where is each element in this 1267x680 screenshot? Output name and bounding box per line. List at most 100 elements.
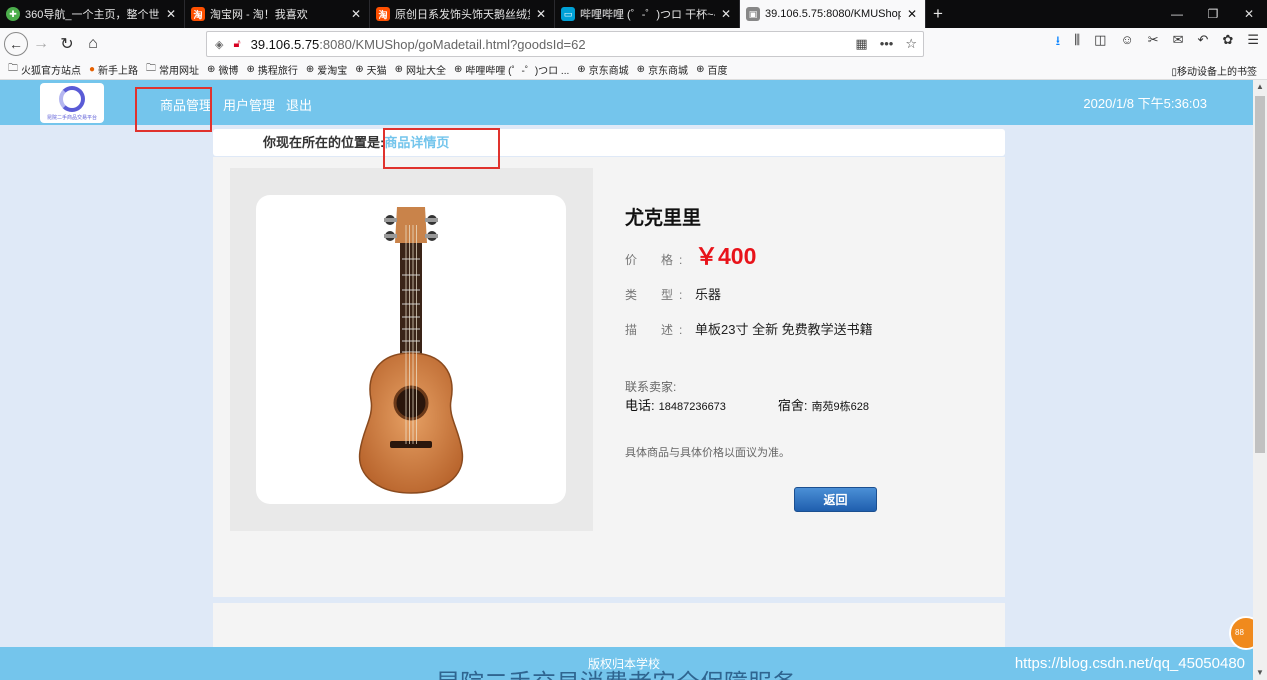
back-icon[interactable]: ← [4, 32, 28, 56]
bookmark-item[interactable]: ⊕ 京东商城 [637, 62, 688, 77]
description-row: 描 述: 单板23寸 全新 免费教学送书籍 [625, 319, 873, 338]
home-icon[interactable]: ⌂ [80, 31, 106, 57]
url-path: :8080/KMUShop/goMadetail.html?goodsId=62 [319, 36, 586, 52]
folder-icon: 🗀︎ [8, 63, 18, 74]
bookmark-item[interactable]: ⊕ 天猫 [355, 62, 386, 77]
minimize-icon[interactable]: — [1159, 0, 1195, 28]
toolbar-icons: ⭳ ⫼ ◫ ☺ ✂ ✉ ↶ ✿ ☰ [1056, 32, 1259, 54]
bookmark-item[interactable]: 🗀︎ 常用网址 [146, 61, 199, 78]
globe-icon: ⊕ [696, 64, 705, 75]
tab-title: 原创日系发饰头饰天鹅丝绒复古 [395, 9, 530, 21]
globe-icon: ⊕ [246, 64, 255, 75]
globe-icon: ⊕ [305, 64, 315, 75]
library-icon[interactable]: ⫼ [1074, 32, 1080, 54]
description-label: 描 述: [625, 323, 689, 337]
nav-user-management[interactable]: 用户管理 [223, 95, 275, 114]
product-description: 单板23寸 全新 免费教学送书籍 [695, 322, 873, 337]
ukulele-icon [358, 207, 464, 494]
close-tab-icon[interactable]: ✕ [534, 7, 548, 21]
browser-tab[interactable]: 淘 原创日系发饰头饰天鹅丝绒复古 ✕ [370, 0, 555, 28]
type-row: 类 型: 乐器 [625, 284, 721, 303]
site-logo[interactable]: 昆院二手商品交易平台 [40, 83, 104, 123]
phone-number: 18487236673 [658, 401, 726, 413]
globe-icon: ⊕ [636, 64, 646, 75]
scroll-down-icon[interactable]: ▼ [1253, 666, 1267, 680]
bookmark-label: 哔哩哔哩 (゜-゜)つロ ... [465, 66, 570, 77]
tab-favicon-icon: ✚ [6, 7, 20, 21]
bookmark-item[interactable]: ⊕ 微博 [207, 62, 238, 77]
close-tab-icon[interactable]: ✕ [719, 7, 733, 21]
product-detail-card: 尤克里里 价 格: ￥400 类 型: 乐器 描 述: 单板23寸 全新 免费教… [213, 157, 1005, 597]
dorm-label: 宿舍: [777, 398, 808, 413]
price-label: 价 格: [625, 253, 689, 267]
scrollbar-thumb[interactable] [1255, 96, 1265, 453]
bookmark-item[interactable]: ⊕ 携程旅行 [246, 62, 297, 77]
logo-ring-icon [59, 85, 85, 112]
bookmark-item[interactable]: ⊕ 京东商城 [577, 62, 628, 77]
bookmark-label: 携程旅行 [257, 66, 298, 77]
browser-tab[interactable]: ▭ 哔哩哔哩 (゜-゜)つロ 干杯~-bi ✕ [555, 0, 740, 28]
forward-icon[interactable]: → [28, 31, 54, 57]
screenshot-icon[interactable]: ✂ [1148, 32, 1159, 54]
chat-icon[interactable]: ✉ [1173, 32, 1184, 54]
close-tab-icon[interactable]: ✕ [164, 7, 178, 21]
bookmark-item[interactable]: ⊕ 网址大全 [395, 62, 446, 77]
bookmark-item[interactable]: ● 新手上路 [89, 62, 138, 77]
bookmark-star-icon[interactable]: ☆ [905, 36, 917, 52]
bookmarks-bar: 🗀︎ 火狐官方站点 ● 新手上路 🗀︎ 常用网址 ⊕ 微博 ⊕ 携程旅行 ⊕ 爱淘宝 ⊕ 天猫… [0, 60, 1267, 80]
product-image-frame [230, 168, 593, 531]
browser-tab[interactable]: 淘 淘宝网 - 淘！我喜欢 ✕ [185, 0, 370, 28]
download-icon[interactable]: ⭳ [1056, 32, 1061, 54]
bookmark-label: 火狐官方站点 [21, 66, 81, 77]
bookmark-label: 微博 [218, 66, 239, 77]
back-button[interactable]: 返回 [794, 487, 877, 512]
close-tab-icon[interactable]: ✕ [905, 7, 919, 21]
globe-icon: ⊕ [394, 64, 403, 75]
dorm-address: 南苑9栋628 [811, 401, 870, 413]
type-label: 类 型: [625, 288, 689, 302]
bookmark-item[interactable]: ⊕ 爱淘宝 [306, 62, 347, 77]
close-tab-icon[interactable]: ✕ [349, 7, 363, 21]
tab-favicon-icon: 淘 [191, 7, 205, 21]
shield-icon[interactable]: ◈ [215, 38, 223, 51]
phone-label: 电话: [625, 398, 655, 413]
account-icon[interactable]: ☺ [1120, 32, 1133, 54]
new-tab-icon[interactable]: + [926, 0, 950, 28]
globe-icon: ⊕ [207, 64, 216, 75]
firefox-icon: ● [89, 64, 96, 75]
tab-strip: ✚ 360导航_一个主页，整个世界 ✕ 淘 淘宝网 - 淘！我喜欢 ✕ 淘 原创… [0, 0, 1267, 28]
nav-logout[interactable]: 退出 [286, 95, 312, 114]
page-actions-icon[interactable]: ••• [880, 36, 894, 52]
product-name: 尤克里里 [625, 208, 702, 229]
bookmark-item[interactable]: 🗀︎ 火狐官方站点 [8, 61, 81, 78]
browser-tab[interactable]: ✚ 360导航_一个主页，整个世界 ✕ [0, 0, 185, 28]
page-scrollbar[interactable]: ▲ ▼ [1253, 80, 1267, 680]
insecure-lock-icon[interactable]: 🔓︎ [233, 38, 240, 51]
reload-icon[interactable]: ↻ [54, 31, 80, 57]
qr-code-icon[interactable]: ▦ [855, 36, 867, 52]
extension-icon[interactable]: ✿ [1222, 32, 1233, 54]
browser-tab-active[interactable]: ▣ 39.106.5.75:8080/KMUShop/ ✕ [740, 0, 926, 28]
floating-badge[interactable]: 88 [1229, 616, 1253, 650]
bookmark-label: 常用网址 [159, 66, 200, 77]
bookmark-item[interactable]: ⊕ 哔哩哔哩 (゜-゜)つロ ... [454, 62, 569, 77]
product-info: 尤克里里 价 格: ￥400 类 型: 乐器 描 述: 单板23寸 全新 免费教… [625, 157, 985, 597]
contact-info: 电话: 18487236673 宿舍: 南苑9栋628 [625, 395, 869, 414]
sidebar-icon[interactable]: ◫ [1094, 32, 1106, 54]
mobile-bookmarks[interactable]: ▯移动设备上的书签 [1171, 63, 1257, 78]
navigation-toolbar: ← → ↻ ⌂ ◈ 🔓︎ 39.106.5.75 :8080/KMUShop/g… [0, 28, 1267, 60]
tab-favicon-icon: ▣ [746, 7, 760, 21]
bookmark-item[interactable]: ⊕ 百度 [696, 62, 727, 77]
breadcrumb-label: 你现在所在的位置是: [263, 135, 385, 150]
close-window-icon[interactable]: ✕ [1231, 0, 1267, 28]
datetime-display: 2020/1/8 下午5:36:03 [1083, 96, 1207, 111]
globe-icon: ⊕ [577, 64, 586, 75]
undo-icon[interactable]: ↶ [1198, 32, 1209, 54]
scroll-up-icon[interactable]: ▲ [1253, 80, 1267, 94]
folder-icon: 🗀︎ [146, 63, 157, 74]
restore-icon[interactable]: ❐ [1195, 0, 1231, 28]
footer-copyright: 版权归本学校 [588, 657, 661, 671]
menu-icon[interactable]: ☰ [1247, 32, 1259, 54]
price-note: 具体商品与具体价格以面议为准。 [625, 447, 790, 459]
address-bar[interactable]: ◈ 🔓︎ 39.106.5.75 :8080/KMUShop/goMadetai… [206, 31, 924, 57]
